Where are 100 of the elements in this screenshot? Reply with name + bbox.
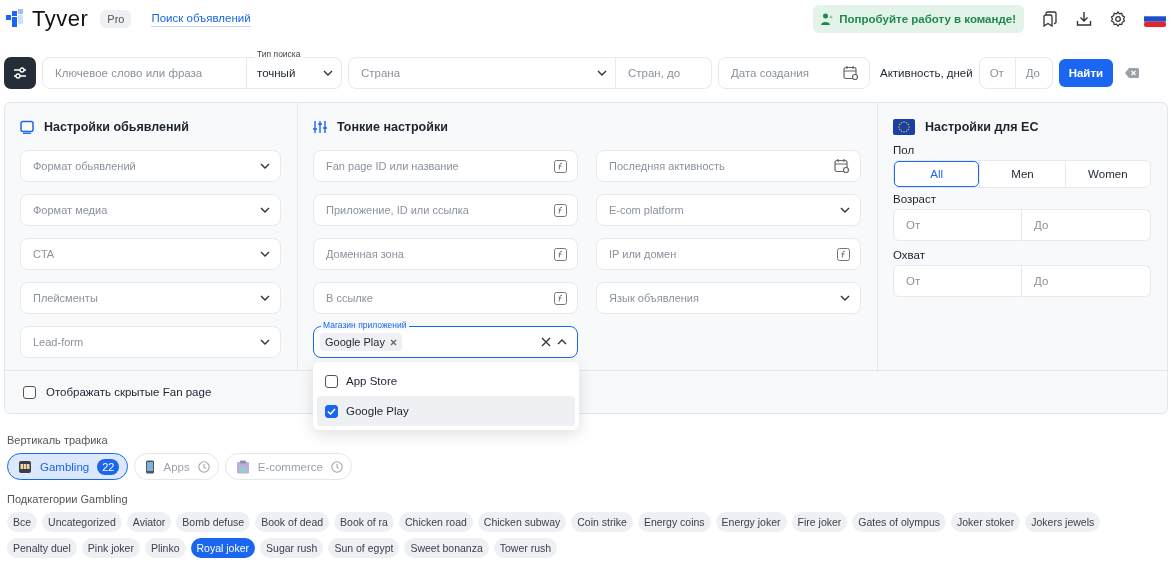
input-field[interactable]: Fan page ID или название bbox=[313, 150, 578, 182]
to-field[interactable]: До bbox=[1022, 265, 1151, 297]
calendar-icon bbox=[843, 65, 859, 81]
select-field[interactable]: Формат медиа bbox=[20, 194, 281, 226]
nav-link[interactable]: Поиск объявлений bbox=[151, 11, 251, 27]
text-input[interactable]: Fan page ID или название bbox=[324, 159, 554, 173]
category-tag[interactable]: Tower rush bbox=[493, 538, 558, 558]
option-label[interactable]: Google Play bbox=[346, 405, 409, 417]
text-input[interactable]: Последняя активность bbox=[607, 159, 834, 173]
select-field[interactable]: CTA bbox=[20, 238, 281, 270]
input-field[interactable]: Доменная зона bbox=[313, 238, 578, 270]
checkbox-label[interactable]: Отображать скрытые Fan page bbox=[46, 386, 212, 398]
text-input[interactable]: До bbox=[1032, 218, 1140, 232]
category-tag[interactable]: Bomb defuse bbox=[176, 512, 251, 532]
text-input[interactable]: От bbox=[904, 218, 1011, 232]
text-input[interactable]: Доменная зона bbox=[324, 247, 554, 261]
chevron-down-icon bbox=[260, 207, 270, 213]
select-field[interactable]: Плейсменты bbox=[20, 282, 281, 314]
checkbox[interactable] bbox=[325, 404, 338, 418]
text-input[interactable]: От bbox=[904, 274, 1011, 288]
find-button[interactable]: Найти bbox=[1058, 59, 1114, 87]
category-tag[interactable]: Chicken subway bbox=[477, 512, 567, 532]
to-field[interactable]: До bbox=[1015, 57, 1053, 89]
vertical-chip[interactable]: Gambling 22 bbox=[7, 453, 129, 480]
text-input[interactable]: От bbox=[987, 66, 1007, 80]
text-input[interactable]: Приложение, ID или ссылка bbox=[324, 203, 554, 217]
search-type-select[interactable]: точный bbox=[247, 57, 342, 89]
category-tag[interactable]: Jokers jewels bbox=[1025, 512, 1101, 532]
segment-button[interactable]: All bbox=[894, 161, 980, 187]
category-tag[interactable]: Book of ra bbox=[334, 512, 394, 532]
input-field[interactable]: Последняя активность bbox=[596, 150, 861, 182]
input-field[interactable]: IP или домен bbox=[596, 238, 861, 270]
from-field[interactable]: От bbox=[893, 209, 1022, 241]
logo-icon bbox=[6, 9, 26, 29]
category-tag[interactable]: Uncategorized bbox=[42, 512, 122, 532]
category-tag[interactable]: Plinko bbox=[144, 538, 186, 558]
category-tag[interactable]: Energy joker bbox=[715, 512, 787, 532]
copy-icon bbox=[1042, 11, 1058, 27]
text-input[interactable]: IP или домен bbox=[607, 247, 837, 261]
category-tag[interactable]: Royal joker bbox=[190, 538, 256, 558]
category-tag[interactable]: Sugar rush bbox=[260, 538, 324, 558]
text-input[interactable]: До bbox=[1032, 274, 1140, 288]
select-field[interactable]: E-com platform bbox=[596, 194, 861, 226]
screen-icon bbox=[20, 120, 34, 134]
text-input[interactable]: Формат медиа bbox=[31, 203, 260, 217]
to-field[interactable]: До bbox=[1022, 209, 1151, 241]
input-field[interactable]: В ссылке bbox=[313, 282, 578, 314]
from-field[interactable]: От bbox=[893, 265, 1022, 297]
category-tag[interactable]: Book of dead bbox=[255, 512, 330, 532]
input-field[interactable]: Приложение, ID или ссылка bbox=[313, 194, 578, 226]
checkbox[interactable] bbox=[325, 374, 338, 388]
date-field[interactable]: Дата создания bbox=[718, 57, 870, 89]
category-tag[interactable]: Aviator bbox=[126, 512, 172, 532]
segment-button[interactable]: Men bbox=[979, 161, 1065, 187]
function-icon bbox=[554, 291, 567, 305]
from-field[interactable]: От bbox=[978, 57, 1016, 89]
category-tag[interactable]: Coin strike bbox=[571, 512, 633, 532]
function-icon bbox=[554, 247, 567, 261]
category-tag[interactable]: Gates of olympus bbox=[852, 512, 946, 532]
segment-button[interactable]: Women bbox=[1064, 161, 1150, 187]
function-icon bbox=[837, 247, 850, 261]
text-input[interactable]: Язык объявления bbox=[607, 291, 840, 305]
text-input[interactable]: В ссылке bbox=[324, 291, 554, 305]
select-field[interactable]: Lead-form bbox=[20, 326, 281, 358]
category-tag[interactable]: Penalty duel bbox=[7, 538, 77, 558]
function-icon bbox=[554, 203, 567, 217]
select-field[interactable]: Язык объявления bbox=[596, 282, 861, 314]
field-label: Тип поиска bbox=[255, 49, 303, 59]
checkbox[interactable] bbox=[23, 385, 36, 399]
category-tag[interactable]: Все bbox=[7, 512, 38, 532]
selected-chip[interactable]: Google Play bbox=[320, 333, 402, 351]
option-label[interactable]: App Store bbox=[346, 375, 398, 387]
text-input[interactable]: Ключевое слово или фраза bbox=[53, 66, 236, 80]
text-input[interactable]: E-com platform bbox=[607, 203, 840, 217]
text-input[interactable]: CTA bbox=[31, 247, 260, 261]
country-select[interactable]: Страна bbox=[348, 57, 616, 89]
text-input[interactable]: Дата создания bbox=[729, 66, 843, 80]
category-tag[interactable]: Energy coins bbox=[637, 512, 711, 532]
text-input[interactable]: Стран, до bbox=[626, 66, 701, 80]
text-input[interactable]: Lead-form bbox=[31, 335, 260, 349]
category-tag[interactable]: Sun of egypt bbox=[328, 538, 400, 558]
equalizer-icon bbox=[313, 120, 327, 134]
field-label: Активность, дней bbox=[880, 67, 973, 79]
text-input[interactable]: Плейсменты bbox=[31, 291, 260, 305]
select-field[interactable]: Формат обьявлений bbox=[20, 150, 281, 182]
category-tag[interactable]: Chicken road bbox=[398, 512, 473, 532]
field-label: Охват bbox=[893, 249, 926, 261]
text-input[interactable]: Формат обьявлений bbox=[31, 159, 260, 173]
category-tag[interactable]: Pink joker bbox=[81, 538, 140, 558]
field-label: Пол bbox=[893, 144, 916, 156]
select-value: точный bbox=[257, 67, 296, 79]
category-tag[interactable]: Fire joker bbox=[791, 512, 848, 532]
filter-button[interactable] bbox=[4, 57, 36, 89]
text-input[interactable]: Страна bbox=[359, 66, 597, 80]
category-tag[interactable]: Joker stoker bbox=[951, 512, 1021, 532]
team-button[interactable]: Попробуйте работу в команде! bbox=[813, 5, 1024, 33]
text-input[interactable]: До bbox=[1023, 66, 1044, 80]
category-tag[interactable]: Sweet bonanza bbox=[404, 538, 489, 558]
keyword-field[interactable]: Ключевое слово или фраза bbox=[42, 57, 247, 89]
country-to-field[interactable]: Стран, до bbox=[616, 57, 712, 89]
